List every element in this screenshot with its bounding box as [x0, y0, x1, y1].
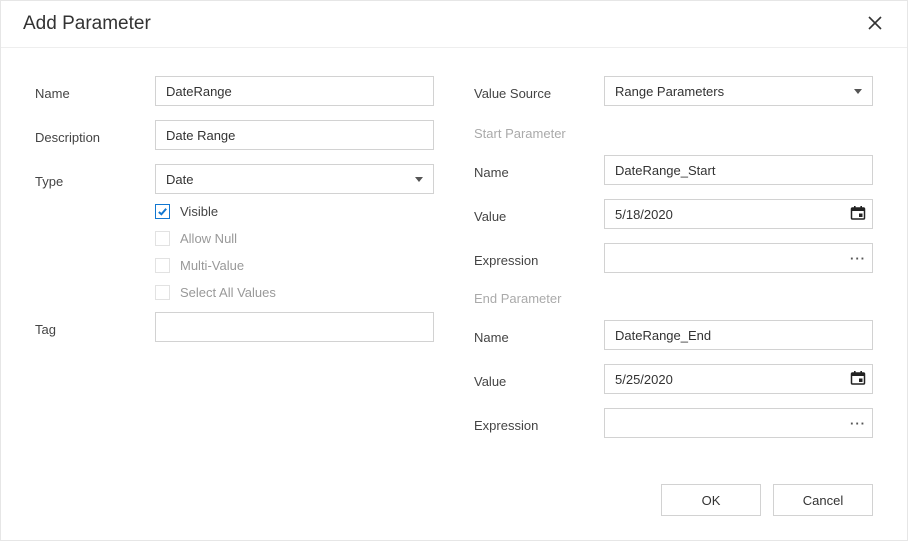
- description-label: Description: [35, 126, 155, 145]
- multi-value-checkbox-row[interactable]: Multi-Value: [155, 258, 434, 273]
- start-name-input[interactable]: [604, 155, 873, 185]
- start-name-label: Name: [474, 161, 604, 180]
- tag-input[interactable]: [155, 312, 434, 342]
- start-expression-input[interactable]: [604, 243, 873, 273]
- end-value-input[interactable]: [604, 364, 873, 394]
- select-all-checkbox-row[interactable]: Select All Values: [155, 285, 434, 300]
- start-value-input[interactable]: [604, 199, 873, 229]
- chevron-down-icon: [854, 89, 862, 94]
- row-name: Name: [35, 76, 434, 106]
- dialog-body: Name Description Type Date: [1, 48, 907, 472]
- row-description: Description: [35, 120, 434, 150]
- ellipsis-icon: ···: [850, 416, 866, 431]
- row-end-value: Value: [474, 364, 873, 394]
- dialog-header: Add Parameter: [1, 1, 907, 48]
- value-source-select[interactable]: Range Parameters: [604, 76, 873, 106]
- ellipsis-icon: ···: [850, 251, 866, 266]
- type-select[interactable]: Date: [155, 164, 434, 194]
- calendar-icon: [850, 205, 866, 224]
- allow-null-checkbox-row[interactable]: Allow Null: [155, 231, 434, 246]
- visible-checkbox-row[interactable]: Visible: [155, 204, 434, 219]
- end-value-calendar-button[interactable]: [849, 370, 867, 388]
- close-icon: [868, 16, 882, 33]
- chevron-down-icon: [415, 177, 423, 182]
- cancel-button-label: Cancel: [803, 493, 843, 508]
- name-input[interactable]: [155, 76, 434, 106]
- start-expression-editor-button[interactable]: ···: [849, 249, 867, 267]
- description-input[interactable]: [155, 120, 434, 150]
- start-expression-label: Expression: [474, 249, 604, 268]
- type-select-value: Date: [166, 172, 193, 187]
- start-parameter-section-title: Start Parameter: [474, 126, 873, 141]
- value-source-select-value: Range Parameters: [615, 84, 724, 99]
- visible-checkbox-label: Visible: [180, 204, 218, 219]
- tag-label: Tag: [35, 318, 155, 337]
- add-parameter-dialog: Add Parameter Name Description: [0, 0, 908, 541]
- row-type: Type Date: [35, 164, 434, 194]
- ok-button[interactable]: OK: [661, 484, 761, 516]
- dialog-footer: OK Cancel: [1, 472, 907, 540]
- end-value-label: Value: [474, 370, 604, 389]
- value-source-label: Value Source: [474, 82, 604, 101]
- name-label: Name: [35, 82, 155, 101]
- select-all-checkbox-label: Select All Values: [180, 285, 276, 300]
- start-value-label: Value: [474, 205, 604, 224]
- dialog-title: Add Parameter: [23, 13, 151, 35]
- row-value-source: Value Source Range Parameters: [474, 76, 873, 106]
- end-name-input[interactable]: [604, 320, 873, 350]
- cancel-button[interactable]: Cancel: [773, 484, 873, 516]
- checkbox-list: Visible Allow Null Multi-Value: [35, 204, 434, 300]
- close-button[interactable]: [865, 14, 885, 34]
- row-tag: Tag: [35, 312, 434, 342]
- end-parameter-section-title: End Parameter: [474, 291, 873, 306]
- allow-null-checkbox-label: Allow Null: [180, 231, 237, 246]
- end-expression-input[interactable]: [604, 408, 873, 438]
- end-expression-editor-button[interactable]: ···: [849, 414, 867, 432]
- row-end-name: Name: [474, 320, 873, 350]
- type-label: Type: [35, 170, 155, 189]
- left-column: Name Description Type Date: [35, 76, 464, 462]
- visible-checkbox: [155, 204, 170, 219]
- select-all-checkbox: [155, 285, 170, 300]
- allow-null-checkbox: [155, 231, 170, 246]
- calendar-icon: [850, 370, 866, 389]
- start-value-calendar-button[interactable]: [849, 205, 867, 223]
- end-expression-label: Expression: [474, 414, 604, 433]
- row-end-expression: Expression ···: [474, 408, 873, 438]
- ok-button-label: OK: [702, 493, 721, 508]
- end-name-label: Name: [474, 326, 604, 345]
- right-column: Value Source Range Parameters Start Para…: [464, 76, 873, 462]
- row-start-name: Name: [474, 155, 873, 185]
- row-start-value: Value: [474, 199, 873, 229]
- row-start-expression: Expression ···: [474, 243, 873, 273]
- multi-value-checkbox: [155, 258, 170, 273]
- multi-value-checkbox-label: Multi-Value: [180, 258, 244, 273]
